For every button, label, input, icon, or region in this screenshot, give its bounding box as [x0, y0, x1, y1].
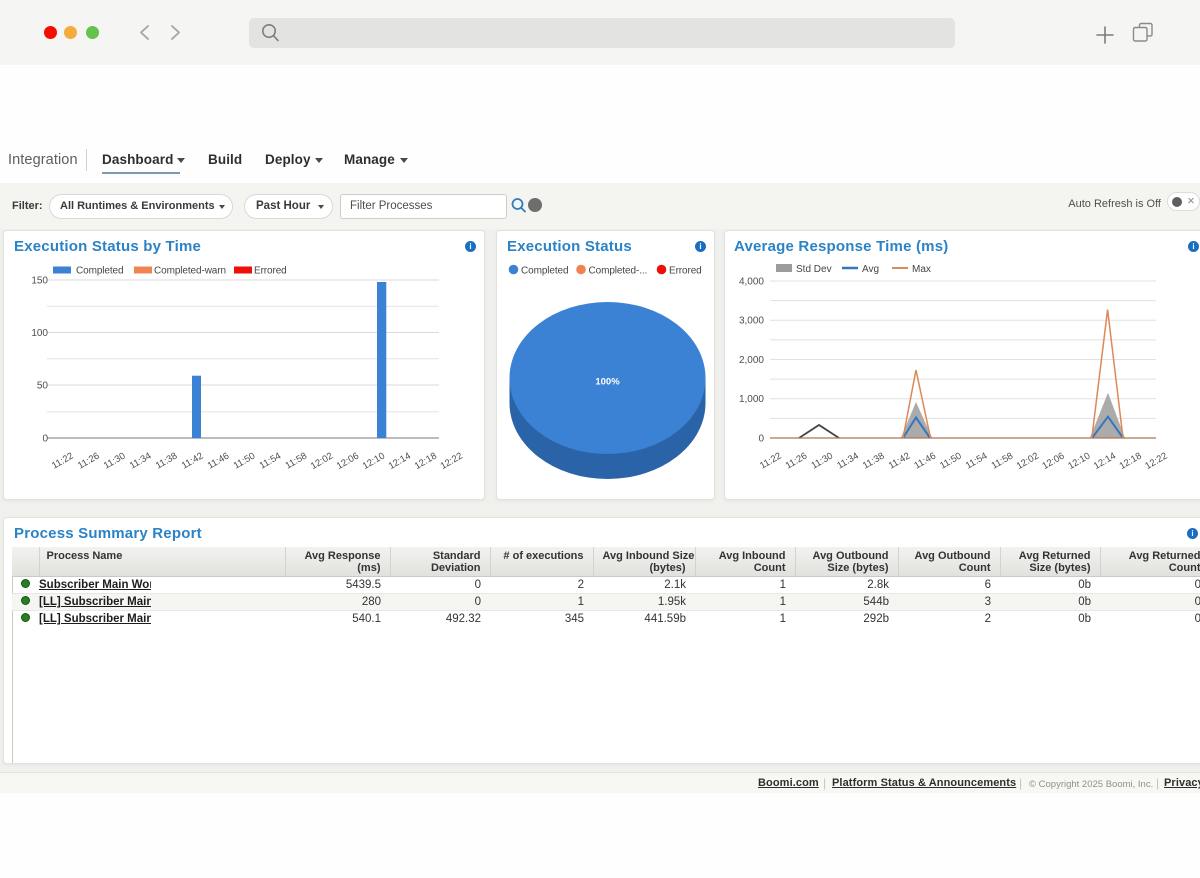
svg-text:150: 150	[31, 276, 48, 287]
svg-text:11:42: 11:42	[180, 451, 205, 472]
svg-text:Completed-...: Completed-...	[589, 266, 648, 277]
svg-text:11:30: 11:30	[810, 451, 835, 472]
svg-text:2,000: 2,000	[739, 355, 764, 366]
svg-text:12:06: 12:06	[1040, 451, 1066, 472]
svg-text:11:58: 11:58	[990, 451, 1015, 472]
svg-text:12:14: 12:14	[1092, 451, 1118, 472]
svg-text:11:54: 11:54	[964, 451, 989, 472]
svg-text:100%: 100%	[595, 377, 620, 388]
svg-text:Completed: Completed	[521, 266, 568, 277]
svg-text:11:34: 11:34	[835, 451, 860, 472]
svg-text:11:50: 11:50	[232, 451, 257, 472]
svg-text:11:58: 11:58	[284, 451, 309, 472]
svg-text:Completed-warn: Completed-warn	[154, 266, 226, 277]
svg-text:11:38: 11:38	[154, 451, 179, 472]
svg-text:100: 100	[31, 328, 48, 339]
svg-text:12:14: 12:14	[387, 451, 413, 472]
svg-text:12:02: 12:02	[1015, 451, 1041, 472]
svg-text:11:34: 11:34	[128, 451, 153, 472]
svg-text:11:26: 11:26	[784, 451, 809, 472]
svg-text:12:22: 12:22	[1143, 451, 1169, 472]
svg-text:11:46: 11:46	[206, 451, 231, 472]
svg-text:11:42: 11:42	[887, 451, 912, 472]
svg-text:12:02: 12:02	[309, 451, 335, 472]
svg-text:11:22: 11:22	[758, 451, 783, 472]
svg-text:4,000: 4,000	[739, 277, 764, 288]
svg-text:11:22: 11:22	[50, 451, 75, 472]
svg-text:12:22: 12:22	[439, 451, 465, 472]
svg-text:12:10: 12:10	[1066, 451, 1092, 472]
svg-text:Avg: Avg	[862, 264, 879, 275]
svg-text:Errored: Errored	[669, 266, 702, 277]
svg-text:Std Dev: Std Dev	[796, 264, 832, 275]
svg-text:11:30: 11:30	[102, 451, 127, 472]
svg-text:Completed: Completed	[76, 266, 123, 277]
svg-text:0: 0	[42, 434, 48, 445]
svg-text:3,000: 3,000	[739, 316, 764, 327]
svg-text:12:18: 12:18	[1118, 451, 1144, 472]
svg-text:11:26: 11:26	[76, 451, 101, 472]
svg-text:12:10: 12:10	[361, 451, 387, 472]
svg-text:11:46: 11:46	[912, 451, 937, 472]
svg-text:12:06: 12:06	[335, 451, 361, 472]
svg-text:1,000: 1,000	[739, 394, 764, 405]
svg-text:11:50: 11:50	[938, 451, 963, 472]
svg-text:50: 50	[37, 381, 49, 392]
svg-text:0: 0	[758, 434, 764, 445]
svg-text:Errored: Errored	[254, 266, 287, 277]
svg-text:11:38: 11:38	[861, 451, 886, 472]
svg-text:Max: Max	[912, 264, 931, 275]
svg-text:11:54: 11:54	[258, 451, 283, 472]
svg-text:12:18: 12:18	[413, 451, 439, 472]
